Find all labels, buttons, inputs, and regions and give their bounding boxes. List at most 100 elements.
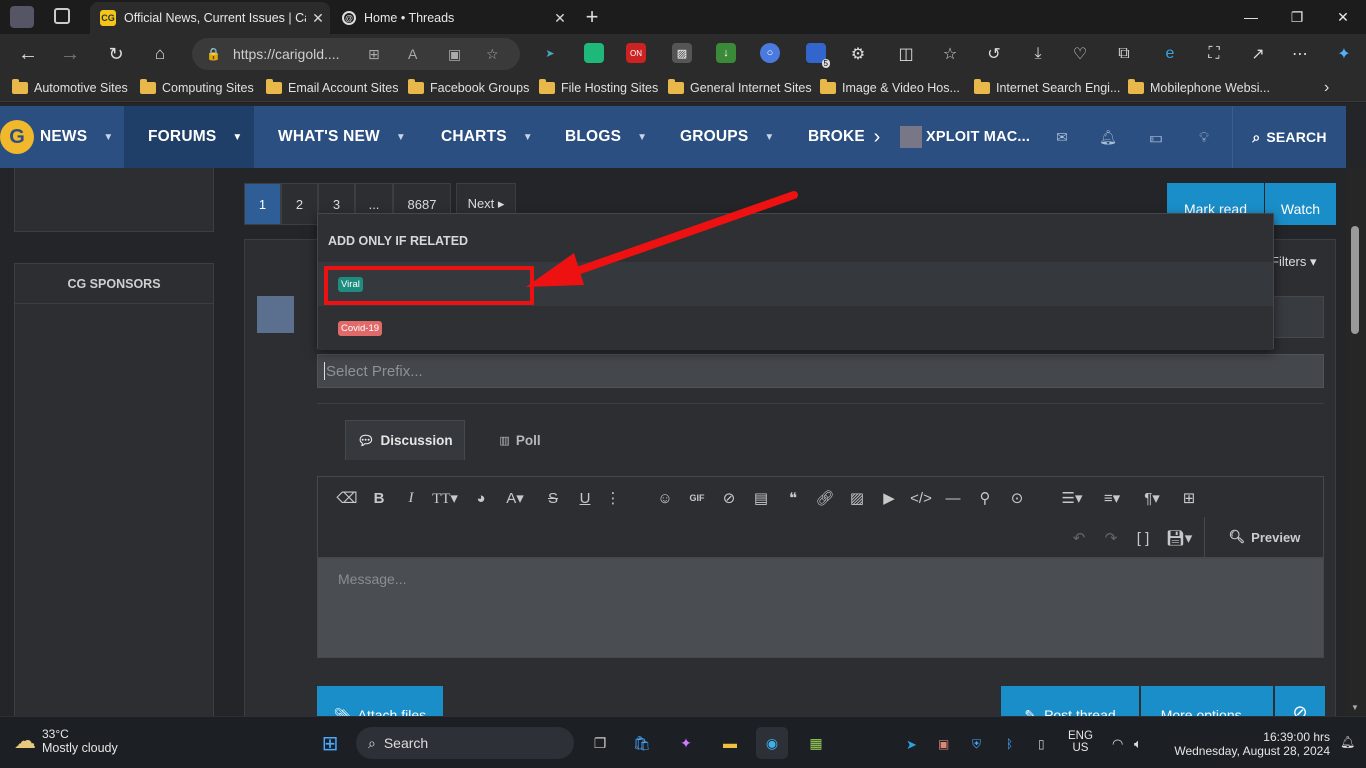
search-button[interactable]: ⌕ SEARCH	[1232, 106, 1346, 168]
on-extension-icon[interactable]: ON	[626, 43, 646, 63]
forward-icon[interactable]: →	[56, 40, 84, 68]
watch-button[interactable]: Watch	[1265, 183, 1336, 225]
font-size-icon[interactable]: TT▾	[430, 487, 460, 509]
list-icon[interactable]: ☰▾	[1058, 487, 1086, 509]
post-thread-button[interactable]: ✎ Post thread	[1001, 686, 1139, 716]
bookmark-folder[interactable]: Image & Video Hos...	[820, 79, 960, 97]
media-gallery-icon[interactable]: ▤	[750, 487, 772, 509]
volume-icon[interactable]: 🔈︎	[1134, 736, 1142, 752]
tab-carigold[interactable]: CG Official News, Current Issues | Car ✕	[90, 2, 330, 34]
inbox-icon[interactable]: ✉	[1042, 106, 1082, 168]
caret-down-icon[interactable]: ▼	[637, 132, 647, 143]
home-icon[interactable]: ⌂	[146, 40, 174, 68]
tab-discussion[interactable]: 💬︎ Discussion	[345, 420, 465, 460]
bookmark-folder[interactable]: Facebook Groups	[408, 79, 529, 97]
page-1-button[interactable]: 1	[244, 183, 281, 225]
location-icon[interactable]: ⚲	[974, 487, 996, 509]
scroll-down-icon[interactable]: ▼	[1351, 703, 1359, 712]
split-screen-icon[interactable]: ◫	[892, 40, 920, 68]
back-icon[interactable]: ←	[14, 40, 42, 68]
carigold-logo[interactable]: G	[0, 120, 34, 154]
page-scrollbar[interactable]: ▼	[1346, 168, 1366, 716]
bold-icon[interactable]: B	[368, 487, 390, 509]
extensions-icon[interactable]: ⚙	[844, 40, 872, 68]
cursor-extension-icon[interactable]: ➤	[540, 43, 560, 63]
bookmark-folder[interactable]: Mobilephone Websi...	[1128, 79, 1270, 97]
alerts-bell-icon[interactable]: 🔔︎	[1090, 106, 1126, 168]
italic-icon[interactable]: I	[400, 487, 422, 509]
close-tab-icon[interactable]: ✕	[306, 10, 330, 27]
performance-icon[interactable]: ♡	[1066, 40, 1094, 68]
read-aloud-icon[interactable]: A	[408, 46, 417, 62]
color-palette-icon[interactable]: ◕	[470, 487, 492, 509]
preview-button[interactable]: 🔍︎ Preview	[1204, 517, 1324, 557]
address-bar[interactable]: 🔒 https://carigold.... ⊞ A ▣ ☆	[192, 38, 520, 70]
message-textarea[interactable]: Message...	[317, 558, 1324, 658]
nav-brokers[interactable]: BROKE	[808, 106, 864, 168]
cancel-button[interactable]: ⊘	[1275, 686, 1325, 716]
quote-icon[interactable]: ❝	[782, 487, 804, 509]
weather-widget[interactable]: ☁ 33°C Mostly cloudy	[14, 727, 118, 755]
downloads-icon[interactable]: ⤓	[1024, 40, 1052, 68]
select-prefix-input[interactable]: Select Prefix...	[317, 354, 1324, 388]
caret-down-icon[interactable]: ▼	[764, 132, 774, 143]
more-options-button[interactable]: More options...	[1141, 686, 1273, 716]
caret-down-icon[interactable]: ▼	[523, 132, 533, 143]
store-icon[interactable]: 🛍︎	[626, 727, 658, 759]
attach-files-button[interactable]: 📎︎ Attach files	[317, 686, 443, 716]
profile-avatar[interactable]	[10, 6, 34, 28]
notepad-app-icon[interactable]: ▦	[800, 727, 832, 759]
notification-bell-icon[interactable]: 🔔︎	[1340, 735, 1355, 749]
user-account[interactable]: XPLOIT MAC...	[900, 106, 1030, 168]
more-options-icon[interactable]: ⋮	[602, 487, 624, 509]
drafts-icon[interactable]: 💾︎▾	[1164, 527, 1194, 549]
nav-charts[interactable]: CHARTS ▼	[441, 106, 533, 168]
bookmark-folder[interactable]: Computing Sites	[140, 79, 254, 97]
bookmark-folder[interactable]: Automotive Sites	[12, 79, 128, 97]
font-family-icon[interactable]: A▾	[500, 487, 530, 509]
tray-bluetooth-icon[interactable]: ᛒ	[1006, 737, 1013, 751]
nav-scroll-right-icon[interactable]: ›	[866, 106, 888, 168]
close-tab-icon[interactable]: ✕	[548, 10, 572, 27]
tab-poll[interactable]: ▥ Poll	[485, 420, 555, 460]
nav-news[interactable]: NEWS ▼	[40, 106, 113, 168]
nav-blogs[interactable]: BLOGS ▼	[565, 106, 647, 168]
favorites-icon[interactable]: ☆	[936, 40, 964, 68]
page-2-button[interactable]: 2	[281, 183, 318, 225]
underline-icon[interactable]: U	[574, 487, 596, 509]
immersive-reader-icon[interactable]: ▣	[448, 46, 461, 63]
paragraph-icon[interactable]: ¶▾	[1138, 487, 1166, 509]
spoiler-icon[interactable]: ⊘	[718, 487, 740, 509]
tray-app-icon[interactable]: ▣	[938, 737, 949, 751]
start-icon[interactable]: ⊞	[314, 727, 346, 759]
table-icon[interactable]: ⊞	[1178, 487, 1200, 509]
nav-groups[interactable]: GROUPS ▼	[680, 106, 775, 168]
media-icon[interactable]: ▶	[878, 487, 900, 509]
file-explorer-icon[interactable]: ▬	[714, 727, 746, 759]
caret-down-icon[interactable]: ▼	[232, 132, 242, 143]
collections-icon[interactable]: ⧉	[1110, 40, 1138, 68]
copilot-icon[interactable]: ✦	[1330, 40, 1358, 68]
tab-threads[interactable]: @ Home • Threads ✕	[332, 2, 572, 34]
horizontal-line-icon[interactable]: —	[942, 487, 964, 509]
bookmark-folder[interactable]: Internet Search Engi...	[974, 79, 1120, 97]
edge-app-icon[interactable]: ◉	[756, 727, 788, 759]
smilie-icon[interactable]: ☺	[654, 487, 676, 509]
close-window-button[interactable]: ✕	[1320, 0, 1366, 34]
bookmark-folder[interactable]: Email Account Sites	[266, 79, 398, 97]
tray-usb-icon[interactable]: ▯	[1038, 737, 1045, 751]
refresh-icon[interactable]: ↻	[102, 40, 130, 68]
eraser-icon[interactable]: ⌫	[336, 487, 358, 509]
bookmarks-overflow-icon[interactable]: ›	[1324, 79, 1329, 97]
badge-extension-icon[interactable]: 5	[806, 43, 830, 68]
strikethrough-icon[interactable]: S	[542, 487, 564, 509]
nav-whats-new[interactable]: WHAT'S NEW ▼	[278, 106, 406, 168]
caret-down-icon[interactable]: ▼	[396, 132, 406, 143]
history-icon[interactable]: ↺	[980, 40, 1008, 68]
new-tab-button[interactable]: +	[580, 4, 604, 30]
minimize-button[interactable]: —	[1228, 0, 1274, 34]
restore-button[interactable]: ❐	[1274, 0, 1320, 34]
share-icon[interactable]: ↗	[1244, 40, 1272, 68]
favorite-star-icon[interactable]: ☆	[486, 46, 499, 63]
gif-icon[interactable]: GIF	[686, 487, 708, 509]
